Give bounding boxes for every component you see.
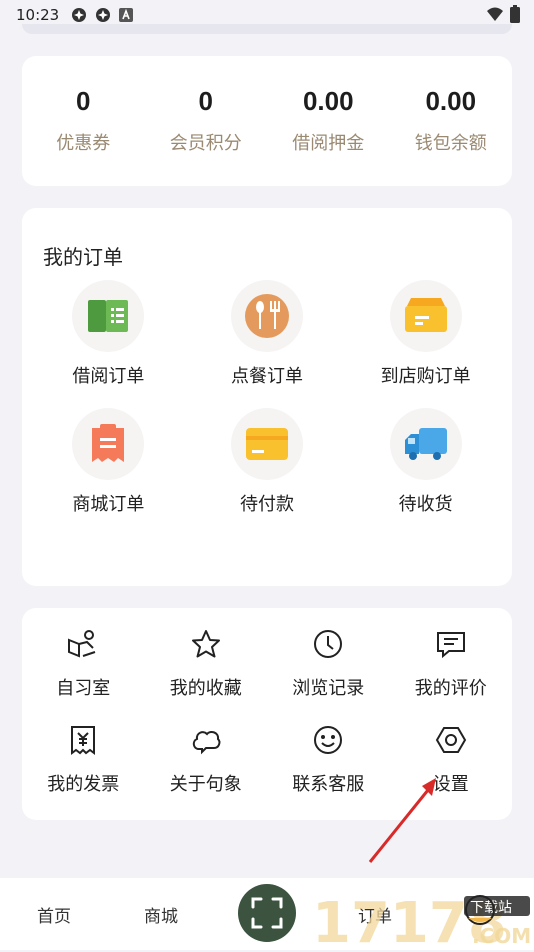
order-label: 借阅订单 xyxy=(72,366,145,387)
header-card-edge xyxy=(22,24,512,34)
box-icon xyxy=(404,298,447,332)
order-icon-circle xyxy=(230,408,303,480)
tool-label: 我的收藏 xyxy=(169,678,242,699)
stat-wallet[interactable]: 0.00 钱包余额 xyxy=(390,56,513,186)
tool-invoice[interactable]: 我的发票 xyxy=(22,718,145,796)
watermark-logo: 17178 下载站 .COM xyxy=(312,888,532,952)
order-mall[interactable]: 商城订单 xyxy=(29,408,188,516)
dining-icon xyxy=(244,294,289,338)
hexagon-settings-icon xyxy=(435,727,466,753)
stat-coupons[interactable]: 0 优惠券 xyxy=(22,56,145,186)
card-icon xyxy=(245,428,288,460)
order-label: 待收货 xyxy=(398,494,453,515)
my-orders-card: 我的订单 借阅订单 点餐订单 到店购订单 商城订单 待付款 待收货 xyxy=(22,208,512,586)
tool-history[interactable]: 浏览记录 xyxy=(267,622,390,700)
annotation-arrow xyxy=(368,778,436,863)
star-icon xyxy=(191,630,220,658)
tool-icon-box xyxy=(306,718,350,762)
tool-favorites[interactable]: 我的收藏 xyxy=(145,622,268,700)
notification-icons xyxy=(71,7,134,23)
tool-icon-box xyxy=(306,622,350,666)
comment-icon xyxy=(436,632,465,659)
tool-reviews[interactable]: 我的评价 xyxy=(390,622,513,700)
order-icon-circle xyxy=(230,280,303,352)
clock-icon xyxy=(314,630,343,658)
order-label: 商城订单 xyxy=(72,494,145,515)
tool-label: 关于句象 xyxy=(169,774,242,795)
orders-grid: 借阅订单 点餐订单 到店购订单 商城订单 待付款 待收货 xyxy=(29,280,505,516)
tool-label: 自习室 xyxy=(56,678,111,699)
stat-label: 优惠券 xyxy=(56,133,111,154)
app-notification-icon xyxy=(72,8,87,22)
order-icon-circle xyxy=(72,408,145,480)
status-time: 10:23 xyxy=(16,6,60,24)
tab-home[interactable]: 首页 xyxy=(37,902,71,927)
battery-icon xyxy=(510,5,520,23)
cloud-icon xyxy=(192,730,221,755)
tool-label: 联系客服 xyxy=(292,774,365,795)
receipt-icon xyxy=(92,424,125,462)
watermark-graphic: 17178 下载站 .COM xyxy=(312,891,531,952)
order-icon-circle xyxy=(389,408,462,480)
stat-label: 会员积分 xyxy=(169,133,242,154)
truck-icon xyxy=(404,428,447,460)
stat-deposit[interactable]: 0.00 借阅押金 xyxy=(267,56,390,186)
order-label: 点餐订单 xyxy=(230,366,303,387)
stat-label: 钱包余额 xyxy=(414,133,487,154)
account-stats-card: 0 优惠券 0 会员积分 0.00 借阅押金 0.00 钱包余额 xyxy=(22,56,512,186)
order-pending-payment[interactable]: 待付款 xyxy=(188,408,347,516)
tab-mall[interactable]: 商城 xyxy=(144,902,178,927)
tool-icon-box xyxy=(184,718,228,762)
order-pending-delivery[interactable]: 待收货 xyxy=(346,408,505,516)
order-borrow[interactable]: 借阅订单 xyxy=(29,280,188,388)
tool-label: 我的发票 xyxy=(47,774,120,795)
tool-icon-box xyxy=(429,622,473,666)
study-room-icon xyxy=(68,630,96,658)
app-notification-icon xyxy=(96,8,111,22)
stat-label: 借阅押金 xyxy=(292,133,365,154)
tool-icon-box xyxy=(184,622,228,666)
order-label: 到店购订单 xyxy=(380,366,471,387)
stat-value: 0.00 xyxy=(425,86,477,116)
tool-label: 我的评价 xyxy=(414,678,487,699)
order-icon-circle xyxy=(389,280,462,352)
tool-about[interactable]: 关于句象 xyxy=(145,718,268,796)
tool-icon-box xyxy=(429,718,473,762)
invoice-icon xyxy=(71,726,96,755)
stat-value: 0.00 xyxy=(302,86,354,116)
scan-button[interactable] xyxy=(238,884,296,942)
wifi-icon xyxy=(487,7,503,21)
order-dining[interactable]: 点餐订单 xyxy=(188,280,347,388)
scan-icon xyxy=(251,897,283,929)
tool-icon-box xyxy=(61,622,105,666)
tool-icon-box xyxy=(61,718,105,762)
tool-study-room[interactable]: 自习室 xyxy=(22,622,145,700)
order-icon-circle xyxy=(72,280,145,352)
order-label: 待付款 xyxy=(239,494,294,515)
stat-value: 0 xyxy=(76,86,91,116)
a-notification-icon xyxy=(119,8,134,22)
tool-label: 浏览记录 xyxy=(292,678,365,699)
order-in-store[interactable]: 到店购订单 xyxy=(346,280,505,388)
book-icon xyxy=(88,300,129,332)
system-icons xyxy=(486,5,520,23)
smile-icon xyxy=(314,726,343,754)
watermark-domain: .COM xyxy=(472,924,531,948)
orders-title: 我的订单 xyxy=(43,245,123,269)
stat-value: 0 xyxy=(198,86,213,116)
stat-points[interactable]: 0 会员积分 xyxy=(145,56,268,186)
